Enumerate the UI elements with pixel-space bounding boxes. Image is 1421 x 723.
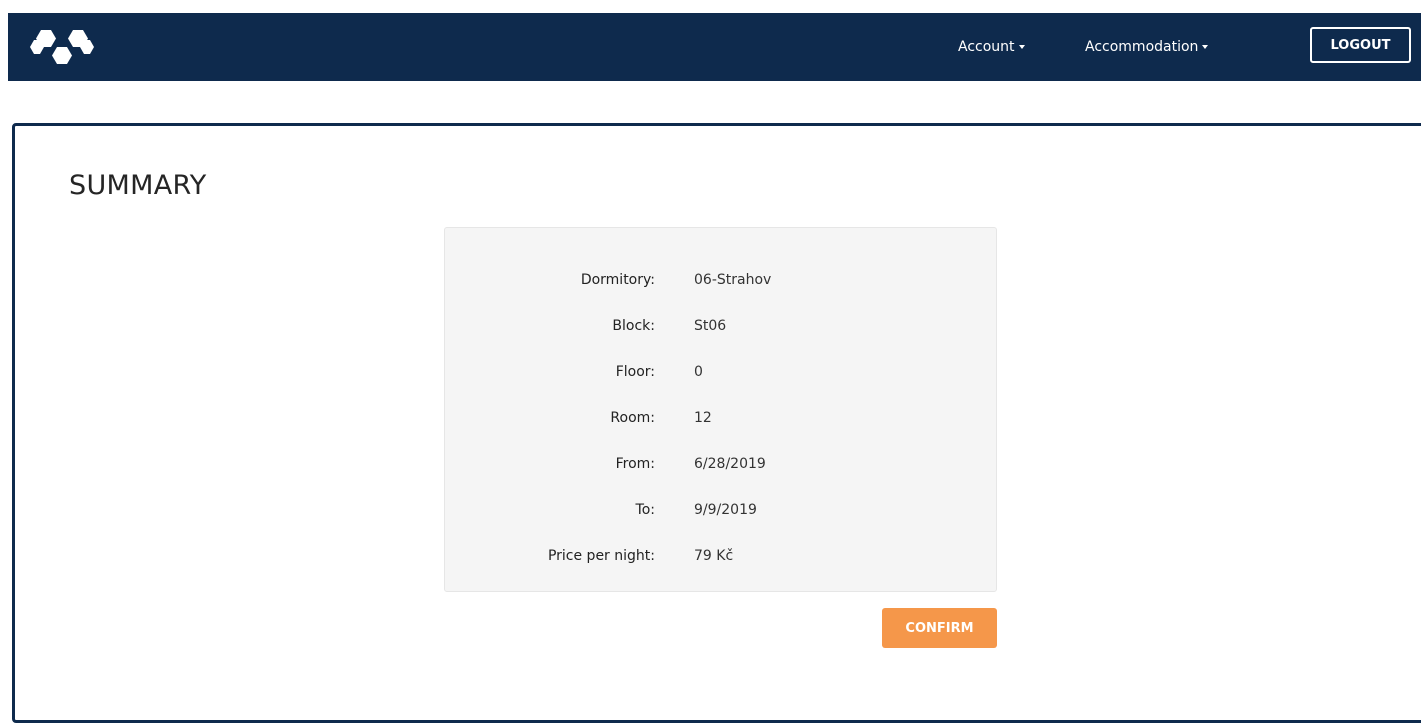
summary-row-dormitory: Dormitory: 06-Strahov (445, 268, 996, 292)
nav-accommodation-dropdown[interactable]: Accommodation (1085, 13, 1209, 81)
summary-value: St06 (694, 318, 727, 334)
summary-row-room: Room: 12 (445, 406, 996, 430)
summary-value: 6/28/2019 (694, 456, 766, 472)
caret-down-icon (1018, 45, 1025, 49)
logout-button[interactable]: LOGOUT (1310, 27, 1411, 63)
summary-label: Price per night: (547, 548, 655, 564)
caret-down-icon (1202, 45, 1209, 49)
summary-value: 0 (694, 364, 703, 380)
summary-label: Room: (610, 410, 655, 426)
summary-row-price: Price per night: 79 Kč (445, 544, 996, 568)
summary-label: Block: (612, 318, 655, 334)
summary-row-to: To: 9/9/2019 (445, 498, 996, 522)
page-title: SUMMARY (69, 170, 207, 201)
nav-account-label: Account (958, 39, 1015, 55)
confirm-button[interactable]: CONFIRM (882, 608, 997, 648)
summary-value: 79 Kč (694, 548, 734, 564)
hexagon-logo-icon[interactable] (30, 30, 94, 64)
summary-label: Dormitory: (580, 272, 655, 288)
summary-label: To: (635, 502, 655, 518)
summary-card: Dormitory: 06-Strahov Block: St06 Floor:… (444, 227, 997, 592)
content-panel: SUMMARY Dormitory: 06-Strahov Block: St0… (12, 123, 1421, 723)
summary-label: Floor: (615, 364, 655, 380)
summary-value: 12 (694, 410, 712, 426)
summary-row-from: From: 6/28/2019 (445, 452, 996, 476)
nav-account-dropdown[interactable]: Account (958, 13, 1025, 81)
summary-label: From: (615, 456, 655, 472)
summary-value: 06-Strahov (694, 272, 772, 288)
nav-accommodation-label: Accommodation (1085, 39, 1199, 55)
summary-value: 9/9/2019 (694, 502, 757, 518)
summary-row-block: Block: St06 (445, 314, 996, 338)
summary-row-floor: Floor: 0 (445, 360, 996, 384)
top-navbar: Account Accommodation LOGOUT (8, 13, 1421, 81)
